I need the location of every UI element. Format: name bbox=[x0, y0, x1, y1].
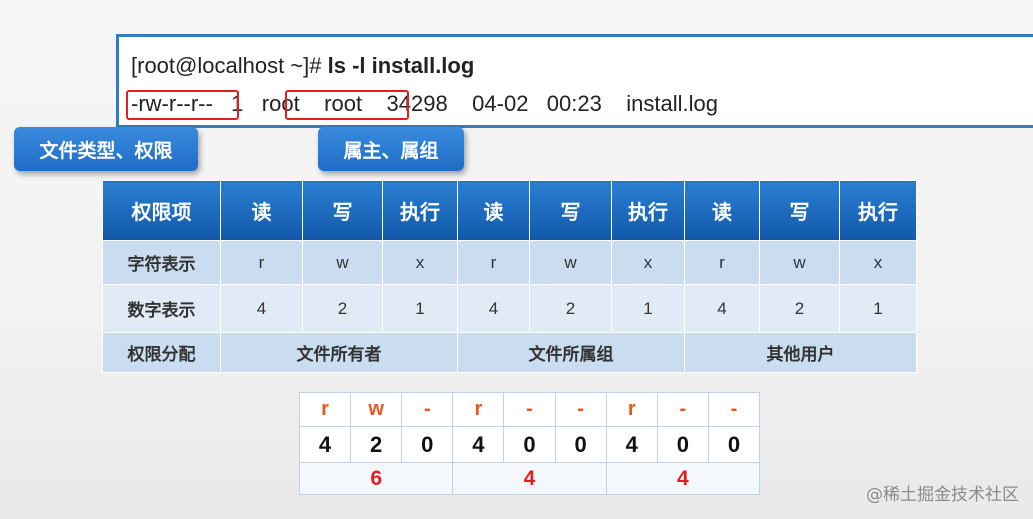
callout-type-perm-label: 文件类型、权限 bbox=[39, 139, 173, 162]
calc-char-cell: r bbox=[605, 392, 658, 427]
assign-row: 权限分配 文件所有者 文件所属组 其他用户 bbox=[102, 332, 917, 373]
callout-owner-group: 属主、属组 bbox=[318, 127, 464, 171]
calc-digit-cell: 0 bbox=[656, 426, 709, 463]
output-time: 00:23 bbox=[546, 91, 602, 116]
calc-char-cell: - bbox=[554, 392, 607, 427]
number-row: 数字表示 4 2 1 4 2 1 4 2 1 bbox=[102, 284, 917, 333]
calc-digit-cell: 0 bbox=[401, 426, 454, 463]
output-date: 04-02 bbox=[472, 91, 529, 116]
number-cell: 4 bbox=[457, 284, 530, 333]
calc-char-row: r w - r - - r - - bbox=[298, 392, 761, 427]
number-cell: 2 bbox=[759, 284, 840, 333]
number-cell: 1 bbox=[611, 284, 685, 333]
assign-group: 文件所属组 bbox=[457, 332, 685, 373]
calc-char-cell: - bbox=[401, 392, 454, 427]
number-cell: 1 bbox=[839, 284, 917, 333]
permission-header-row: 权限项 读 写 执行 读 写 执行 读 写 执行 bbox=[102, 180, 917, 241]
char-cell: w bbox=[302, 240, 383, 285]
header-cell: 读 bbox=[684, 180, 760, 241]
number-cell: 4 bbox=[684, 284, 760, 333]
calc-char-cell: r bbox=[452, 392, 505, 427]
calc-sum-owner: 6 bbox=[298, 462, 454, 495]
perms-highlight-box bbox=[126, 90, 239, 120]
header-cell: 执行 bbox=[611, 180, 685, 241]
terminal-command-line: [root@localhost ~]# ls -l install.log bbox=[131, 53, 474, 79]
header-cell: 执行 bbox=[382, 180, 458, 241]
calc-char-cell: r bbox=[298, 392, 352, 427]
char-cell: r bbox=[684, 240, 760, 285]
header-cell: 读 bbox=[220, 180, 303, 241]
calc-char-cell: - bbox=[656, 392, 709, 427]
header-cell: 写 bbox=[529, 180, 612, 241]
output-filename: install.log bbox=[626, 91, 719, 116]
char-cell: x bbox=[382, 240, 458, 285]
calc-table: r w - r - - r - - 4 2 0 4 0 0 4 0 0 6 4 … bbox=[298, 392, 761, 495]
header-cell: 写 bbox=[302, 180, 383, 241]
char-cell: r bbox=[220, 240, 303, 285]
number-cell: 2 bbox=[529, 284, 612, 333]
calc-char-cell: - bbox=[503, 392, 556, 427]
callout-owner-group-label: 属主、属组 bbox=[343, 139, 439, 162]
assign-other: 其他用户 bbox=[684, 332, 917, 373]
calc-digit-cell: 0 bbox=[503, 426, 556, 463]
calc-digit-row: 4 2 0 4 0 0 4 0 0 bbox=[298, 426, 761, 463]
number-cell: 1 bbox=[382, 284, 458, 333]
header-cell: 权限项 bbox=[102, 180, 221, 241]
char-cell: w bbox=[759, 240, 840, 285]
number-cell: 4 bbox=[220, 284, 303, 333]
header-cell: 读 bbox=[457, 180, 530, 241]
calc-sum-other: 4 bbox=[605, 462, 761, 495]
calc-digit-cell: 4 bbox=[452, 426, 505, 463]
row-label: 字符表示 bbox=[102, 240, 221, 285]
terminal-command: ls -l install.log bbox=[327, 53, 475, 78]
calc-sum-row: 6 4 4 bbox=[298, 462, 761, 495]
assign-owner: 文件所有者 bbox=[220, 332, 458, 373]
terminal-box: [root@localhost ~]# ls -l install.log -r… bbox=[116, 34, 1033, 128]
row-label: 数字表示 bbox=[102, 284, 221, 333]
calc-digit-cell: 4 bbox=[605, 426, 658, 463]
permission-table: 权限项 读 写 执行 读 写 执行 读 写 执行 字符表示 r w x r w … bbox=[102, 180, 917, 373]
calc-digit-cell: 0 bbox=[554, 426, 607, 463]
callout-type-perm: 文件类型、权限 bbox=[14, 127, 198, 171]
calc-sum-group: 4 bbox=[452, 462, 607, 495]
char-cell: x bbox=[611, 240, 685, 285]
calc-digit-cell: 4 bbox=[298, 426, 352, 463]
header-cell: 写 bbox=[759, 180, 840, 241]
char-row: 字符表示 r w x r w x r w x bbox=[102, 240, 917, 285]
char-cell: x bbox=[839, 240, 917, 285]
calc-digit-cell: 0 bbox=[707, 426, 761, 463]
calc-char-cell: w bbox=[350, 392, 403, 427]
char-cell: r bbox=[457, 240, 530, 285]
char-cell: w bbox=[529, 240, 612, 285]
terminal-prompt: [root@localhost ~]# bbox=[131, 53, 328, 78]
number-cell: 2 bbox=[302, 284, 383, 333]
watermark: @稀土掘金技术社区 bbox=[866, 485, 1019, 505]
owner-group-highlight-box bbox=[285, 90, 409, 120]
row-label: 权限分配 bbox=[102, 332, 221, 373]
calc-char-cell: - bbox=[707, 392, 761, 427]
calc-digit-cell: 2 bbox=[350, 426, 403, 463]
header-cell: 执行 bbox=[839, 180, 917, 241]
